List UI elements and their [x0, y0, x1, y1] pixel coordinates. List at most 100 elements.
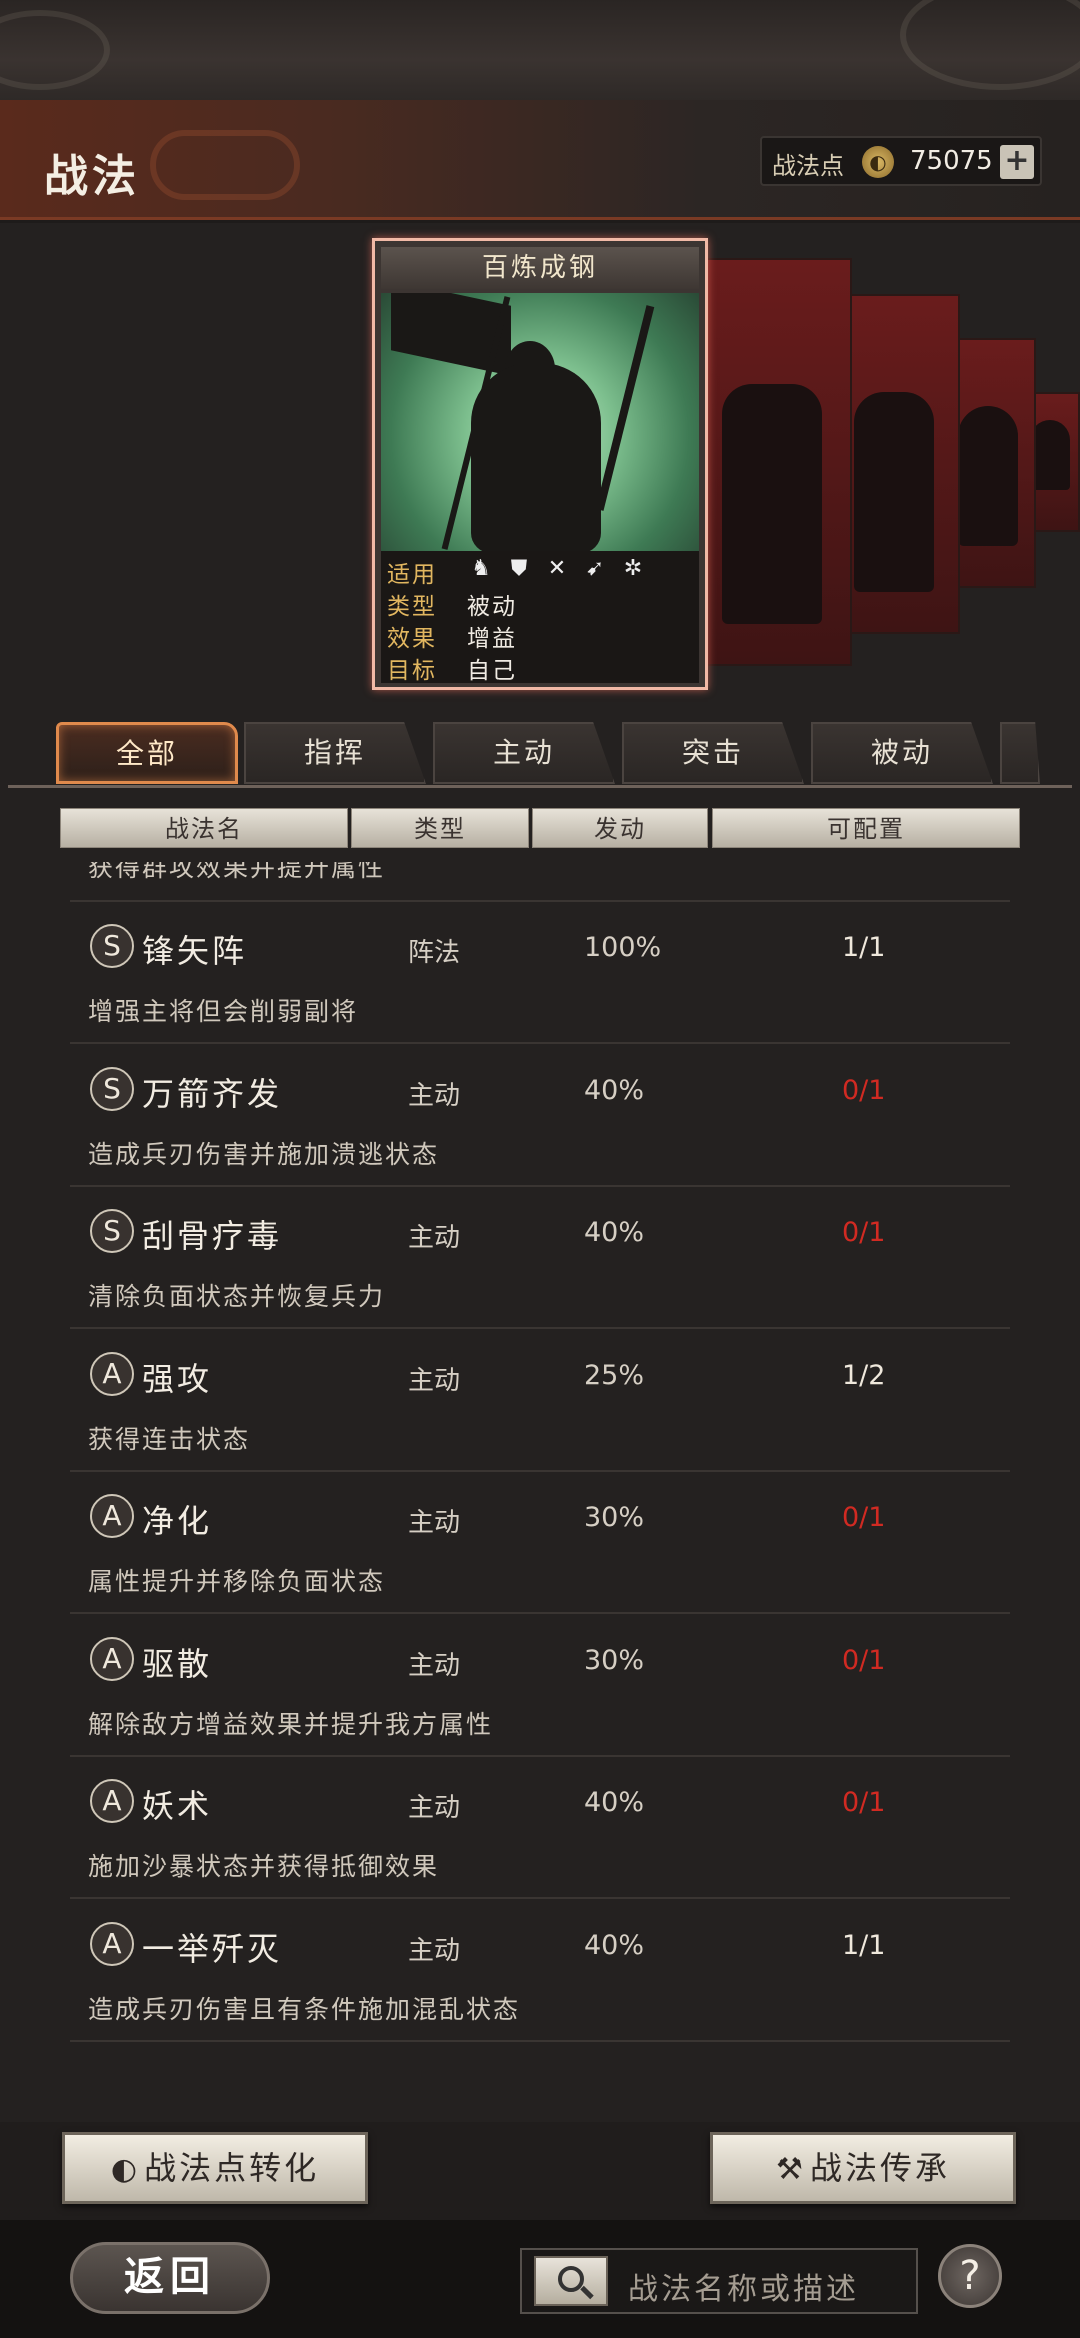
- spear-icon: ➹: [585, 556, 605, 581]
- card-key: 目标: [387, 658, 437, 684]
- tactic-description: 造成兵刃伤害并施加溃逃状态: [88, 1139, 440, 1169]
- grade-badge: S: [90, 924, 134, 968]
- list-item[interactable]: S 万箭齐发 主动 40% 0/1 造成兵刃伤害并施加溃逃状态: [70, 1047, 1010, 1187]
- tactic-name: 驱散: [142, 1644, 213, 1683]
- list-item[interactable]: A 强攻 主动 25% 1/2 获得连击状态: [70, 1332, 1010, 1472]
- tactic-trigger-rate: 100%: [584, 932, 662, 963]
- card-value: 增益: [467, 626, 517, 652]
- grade-badge: S: [90, 1209, 134, 1253]
- tactic-description: 增强主将但会削弱副将: [88, 997, 359, 1026]
- card-key: 适用: [387, 562, 437, 588]
- tactic-trigger-rate: 40%: [584, 1074, 645, 1106]
- list-item[interactable]: A 一举歼灭 主动 40% 1/1 造成兵刃伤害且有条件施加混乱状态: [70, 1902, 1010, 2042]
- tactic-name: 妖术: [142, 1787, 213, 1825]
- tab-command[interactable]: 指挥: [244, 722, 426, 784]
- tactic-config-count: 0/1: [842, 1217, 886, 1248]
- tactic-points-value: 75075: [910, 146, 993, 176]
- search-placeholder: 战法名称或描述: [628, 2272, 859, 2307]
- back-button[interactable]: 返回: [70, 2242, 270, 2314]
- grade-badge: S: [90, 1066, 134, 1111]
- grade-badge: A: [90, 1351, 134, 1396]
- tactic-type: 主动: [408, 1365, 461, 1396]
- tactic-name: 刮骨疗毒: [142, 1217, 283, 1255]
- list-item[interactable]: [70, 2044, 1010, 2084]
- tactic-type: 主动: [408, 1935, 461, 1966]
- tactic-list[interactable]: 获得群攻效果并提升属性 S 锋矢阵 阵法 100% 1/1 增强主将但会削弱副将 S 万箭齐发…: [0, 862, 1080, 2122]
- tactic-config-count: 0/1: [842, 1644, 886, 1676]
- tactic-points-label: 战法点: [772, 152, 844, 180]
- search-field[interactable]: 战法名称或描述: [520, 2248, 918, 2314]
- bow-icon: ✕: [547, 556, 567, 581]
- list-item[interactable]: S 锋矢阵 阵法 100% 1/1 增强主将但会削弱副将: [70, 904, 1010, 1044]
- help-button[interactable]: ?: [938, 2244, 1002, 2308]
- card-info-panel: 适用 ♞ ⛊ ✕ ➹ ✲ 类型 被动 效果 增益 目标 自己: [381, 551, 699, 684]
- tactic-description: 施加沙暴状态并获得抵御效果: [88, 1852, 440, 1881]
- card-value: 被动: [467, 594, 517, 620]
- tactic-trigger-rate: 30%: [584, 1644, 645, 1676]
- card-illustration: [381, 293, 699, 551]
- tactic-config-count: 1/1: [842, 932, 886, 963]
- tactic-card-thumbnail[interactable]: [700, 258, 852, 666]
- bottom-nav-bar: 返回 战法名称或描述 ?: [0, 2220, 1080, 2338]
- tactic-points-box: 战法点 ◐ 75075 +: [760, 136, 1042, 186]
- list-item[interactable]: A 净化 主动 30% 0/1 属性提升并移除负面状态: [70, 1474, 1010, 1614]
- card-key: 类型: [387, 594, 437, 620]
- tactic-name: 净化: [142, 1502, 213, 1540]
- tactic-description: 清除负面状态并恢复兵力: [88, 1282, 386, 1311]
- troop-type-icons: ♞ ⛊ ✕ ➹ ✲: [467, 555, 647, 583]
- grade-badge: A: [90, 1636, 134, 1681]
- list-item[interactable]: S 刮骨疗毒 主动 40% 0/1 清除负面状态并恢复兵力: [70, 1189, 1010, 1329]
- tactic-name: 强攻: [142, 1359, 213, 1398]
- filter-tabs: 全部 指挥 主动 突击 被动: [0, 722, 1080, 784]
- tactic-card-thumbnail[interactable]: [838, 294, 960, 634]
- inherit-tactic-label: 战法传承: [809, 2149, 950, 2187]
- tactic-type: 主动: [408, 1793, 461, 1823]
- column-header-name[interactable]: 战法名: [60, 808, 348, 848]
- shield-icon: ⛊: [510, 556, 528, 581]
- list-item[interactable]: A 驱散 主动 30% 0/1 解除敌方增益效果并提升我方属性: [70, 1617, 1010, 1757]
- tactic-type: 主动: [408, 1508, 461, 1538]
- column-header-type[interactable]: 类型: [351, 808, 529, 848]
- convert-points-button[interactable]: ◐ 战法点转化: [62, 2132, 368, 2204]
- tab-passive[interactable]: 被动: [811, 722, 993, 784]
- tactic-config-count: 1/1: [842, 1929, 886, 1961]
- list-item[interactable]: A 妖术 主动 40% 0/1 施加沙暴状态并获得抵御效果: [70, 1759, 1010, 1899]
- grade-badge: A: [90, 1779, 134, 1823]
- tactic-description: 属性提升并移除负面状态: [88, 1567, 386, 1596]
- tactic-name: 锋矢阵: [142, 932, 248, 970]
- bottom-action-bar: ◐ 战法点转化 ⚒ 战法传承: [0, 2122, 1080, 2220]
- page-title: 战法: [44, 151, 140, 202]
- tab-more[interactable]: [1000, 722, 1040, 784]
- back-label: 返回: [124, 2253, 216, 2300]
- add-points-button[interactable]: +: [1000, 145, 1034, 179]
- card-value: 自己: [467, 658, 517, 684]
- tactic-description: 解除敌方增益效果并提升我方属性: [88, 1709, 494, 1739]
- hammer-icon: ⚒: [776, 2152, 806, 2187]
- wheel-icon: ✲: [623, 556, 643, 581]
- tactic-type: 主动: [408, 1650, 461, 1681]
- tab-divider: [8, 785, 1072, 788]
- tactic-type: 主动: [408, 1080, 461, 1111]
- tactic-config-count: 0/1: [842, 1787, 886, 1818]
- list-item[interactable]: 获得群攻效果并提升属性: [70, 862, 1010, 902]
- tactic-name: 一举歼灭: [142, 1929, 283, 1968]
- tactic-description: 获得连击状态: [88, 1424, 251, 1454]
- tactic-config-count: 0/1: [842, 1074, 886, 1106]
- tactic-description: 获得群攻效果并提升属性: [88, 862, 386, 882]
- featured-tactic-card[interactable]: 百炼成钢 适用 ♞ ⛊ ✕ ➹ ✲ 类型 被动 效果 增益 目标 自己: [372, 238, 708, 690]
- cloud-ornament: [150, 130, 300, 200]
- tactic-name: 万箭齐发: [142, 1074, 283, 1113]
- search-button[interactable]: [534, 2256, 608, 2306]
- tactic-type: 主动: [408, 1223, 461, 1253]
- card-key: 效果: [387, 626, 437, 652]
- convert-points-label: 战法点转化: [144, 2149, 320, 2187]
- column-header-config[interactable]: 可配置: [712, 808, 1020, 848]
- tactic-trigger-rate: 40%: [584, 1929, 645, 1961]
- column-header-rate[interactable]: 发动: [532, 808, 708, 848]
- tab-active[interactable]: 主动: [433, 722, 615, 784]
- tactic-config-count: 1/2: [842, 1359, 886, 1391]
- tab-assault[interactable]: 突击: [622, 722, 804, 784]
- cavalry-icon: ♞: [471, 556, 491, 581]
- tab-all[interactable]: 全部: [56, 722, 238, 784]
- inherit-tactic-button[interactable]: ⚒ 战法传承: [710, 2132, 1016, 2204]
